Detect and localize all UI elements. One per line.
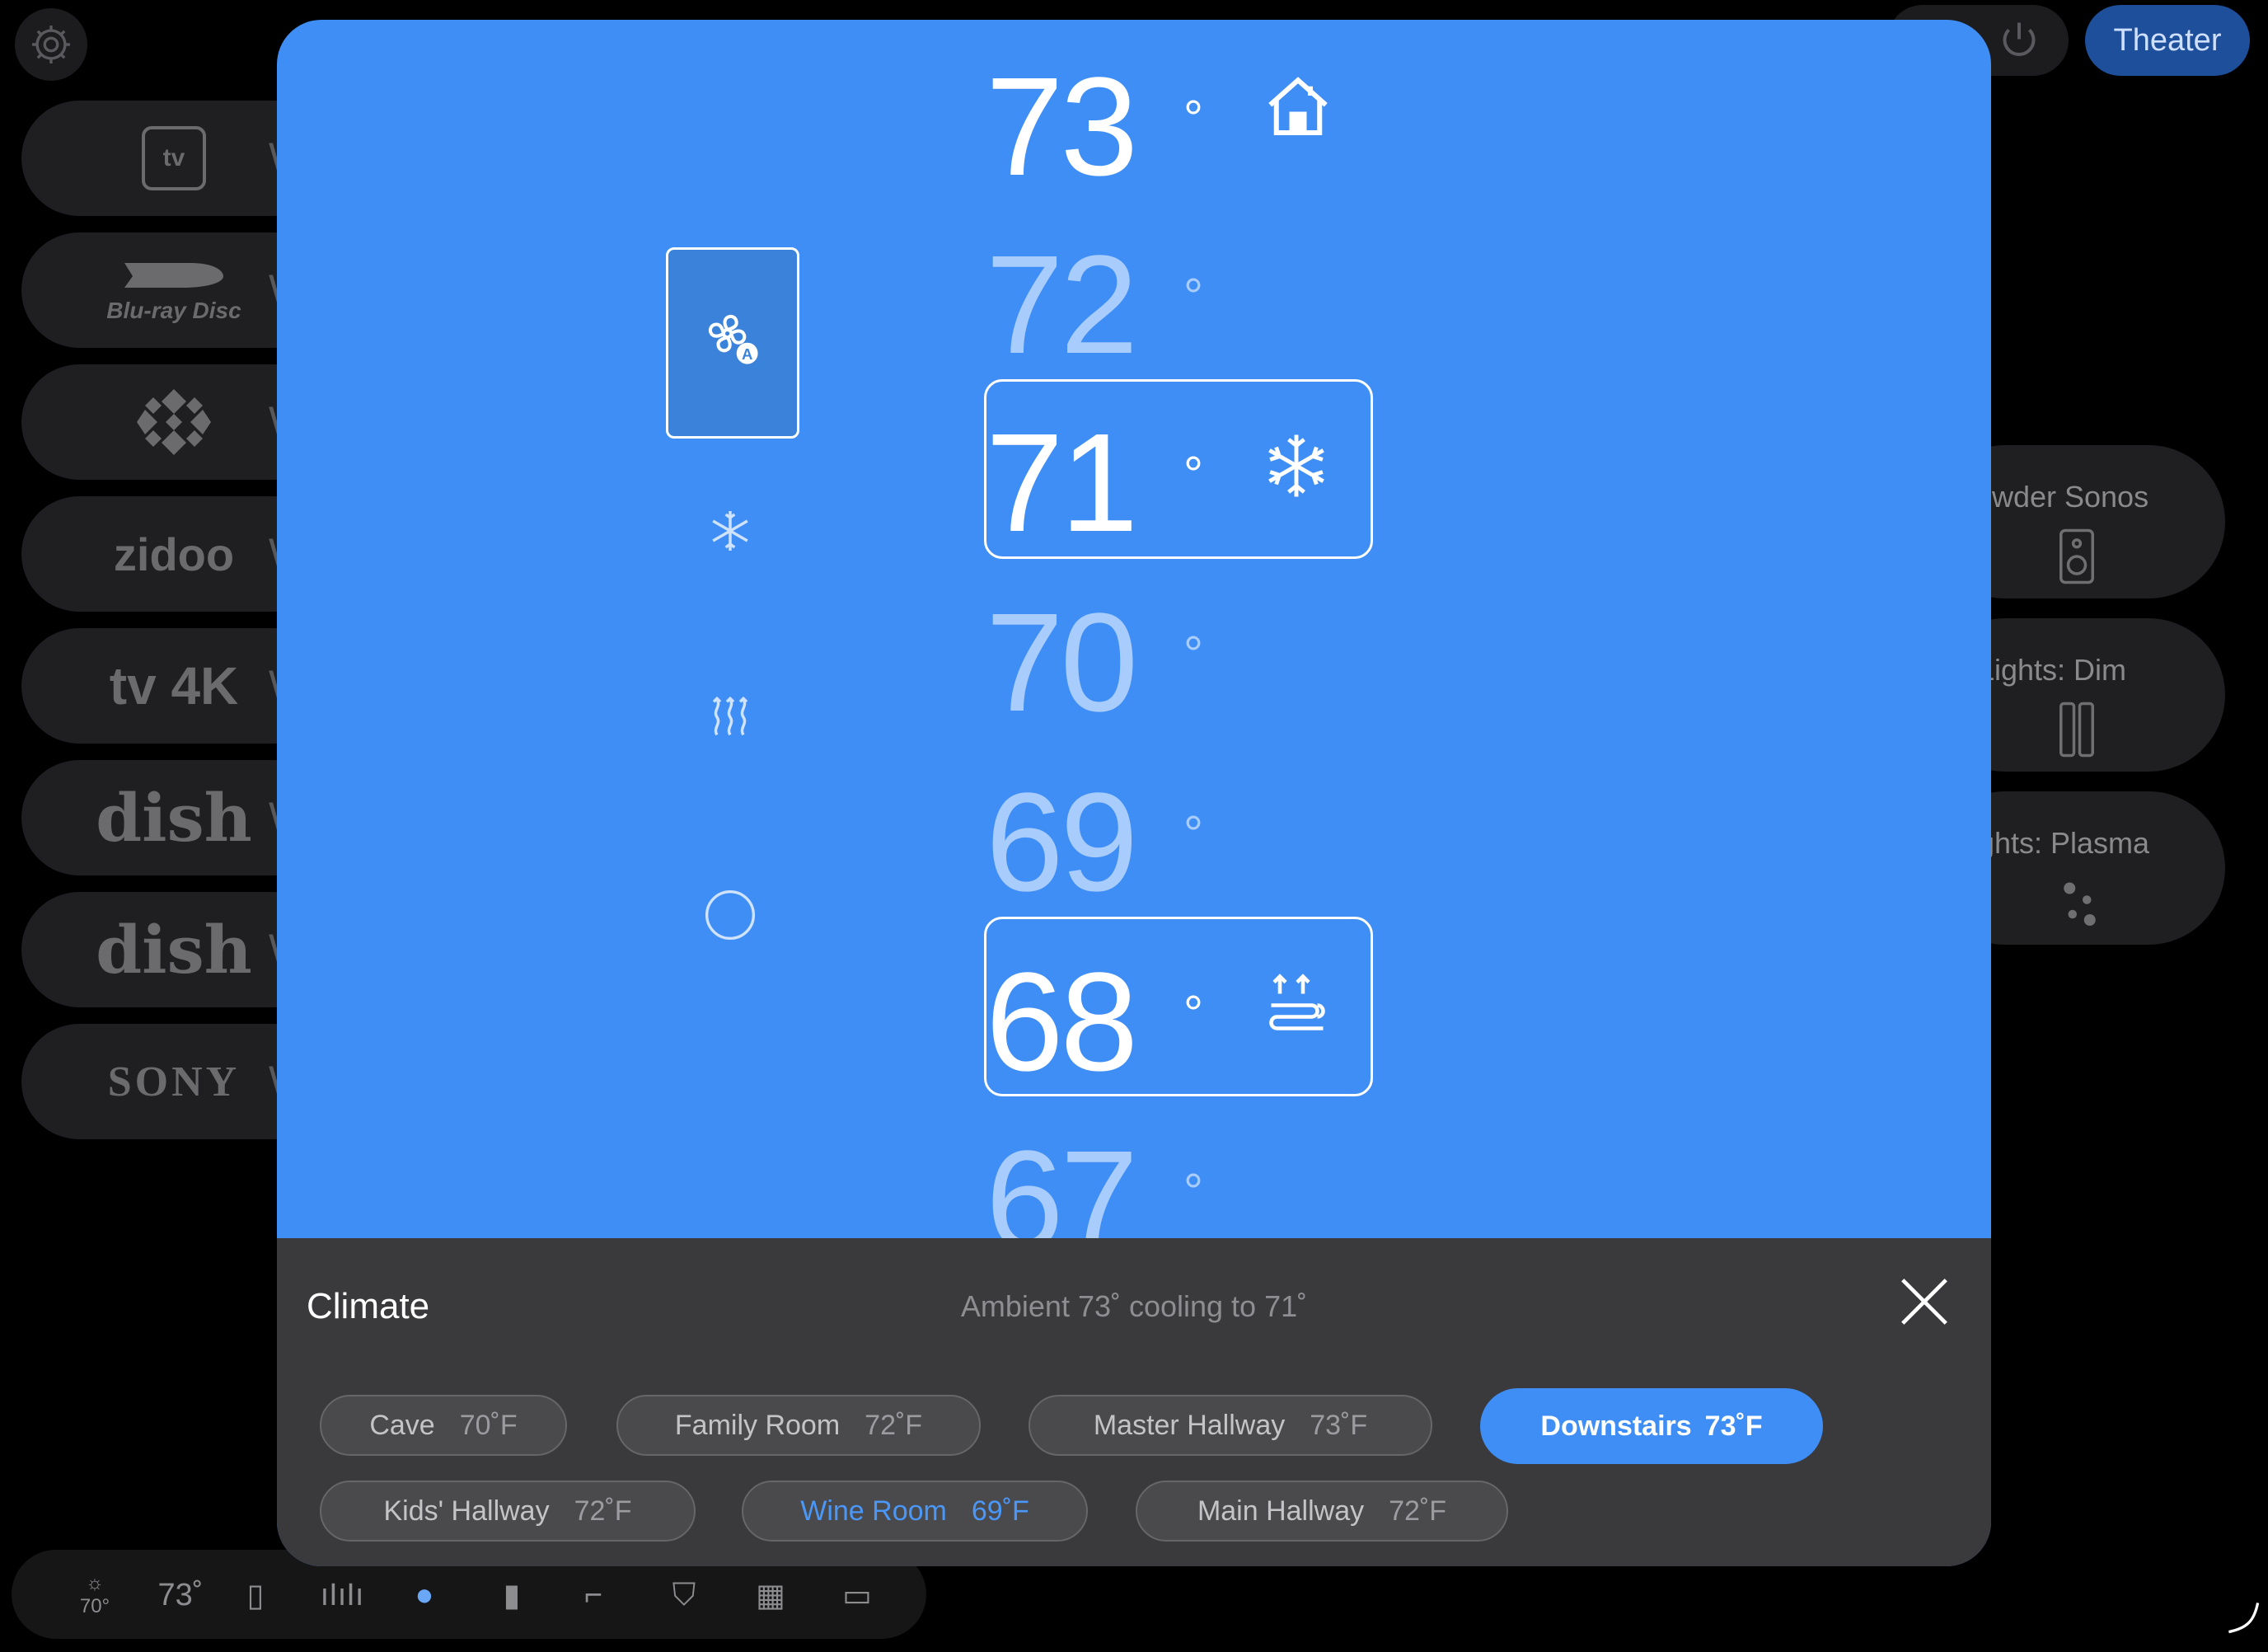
zone-main-hallway[interactable]: Main Hallway 72˚F (1136, 1481, 1508, 1542)
tv-remote-icon[interactable]: ▭ (828, 1570, 886, 1620)
zone-family-room[interactable]: Family Room 72˚F (616, 1395, 981, 1456)
settings-button[interactable] (15, 8, 87, 81)
snowflake-icon (1268, 434, 1324, 497)
power-icon[interactable] (1994, 16, 2044, 66)
bluray-logo: Blu-ray Disc (54, 232, 293, 348)
lightbulb-icon[interactable]: ● (404, 1570, 445, 1620)
theater-button[interactable]: Theater (2085, 5, 2250, 76)
apple-tv-logo: tv (54, 101, 293, 216)
climate-modal: A 73 ° 72 ° 71 ° 70 ° 69 ° 68 ° 67 ° Cli… (277, 20, 1991, 1566)
kaleidescape-logo (54, 364, 293, 480)
lock-icon[interactable]: ⛉ (659, 1570, 709, 1620)
zone-cave[interactable]: Cave 70˚F (320, 1395, 567, 1456)
audio-wave-icon[interactable]: ıIıIı (313, 1570, 371, 1620)
dish-logo: dish (96, 911, 252, 988)
sparkle-icon (2064, 882, 2096, 926)
mode-off-icon[interactable] (702, 887, 758, 943)
radiant-heat-icon (1269, 974, 1325, 1030)
climate-footer: Climate Ambient 73˚ cooling to 71˚ Cave 7… (277, 1238, 1991, 1566)
home-icon (1268, 77, 1328, 135)
light-strip-icon (2059, 702, 2094, 758)
speaker-icon[interactable]: ▯ (231, 1570, 280, 1620)
shade-icon[interactable]: ▮ (491, 1570, 532, 1620)
fan-auto-icon: A (708, 314, 758, 364)
zone-kids-hallway[interactable]: Kids' Hallway 72˚F (320, 1481, 696, 1542)
sony-logo: SONY (107, 1058, 241, 1105)
climate-status: Ambient 73˚ cooling to 71˚ (960, 1289, 1308, 1323)
mode-fan-auto-button[interactable]: A (666, 247, 799, 439)
outdoor-weather[interactable]: ☼ 70° (58, 1570, 132, 1620)
resize-handle-icon[interactable] (2225, 1599, 2261, 1636)
close-icon[interactable] (1895, 1273, 1953, 1331)
gear-icon (32, 26, 70, 63)
zone-downstairs[interactable]: Downstairs 73˚F (1480, 1388, 1823, 1464)
svg-text:A: A (742, 345, 752, 363)
temp-70[interactable]: 70 ° (986, 593, 1203, 733)
temp-69[interactable]: 69 ° (986, 772, 1203, 913)
temp-71-cool-setpoint[interactable]: 71 ° (986, 413, 1203, 553)
temp-68-heat-setpoint[interactable]: 68 ° (986, 952, 1203, 1092)
mode-heat-icon[interactable] (704, 691, 757, 744)
zone-master-hallway[interactable]: Master Hallway 73˚F (1029, 1395, 1432, 1456)
zone-wine-room[interactable]: Wine Room 69˚F (742, 1481, 1088, 1542)
lamp-icon[interactable]: ⌐ (569, 1570, 618, 1620)
sun-icon: ☼ (86, 1572, 104, 1594)
temp-73-current[interactable]: 73 ° (986, 57, 1203, 197)
dish-logo: dish (96, 779, 252, 857)
garage-icon[interactable]: ▦ (746, 1570, 795, 1620)
speaker-icon (2059, 528, 2094, 584)
temp-72[interactable]: 72 ° (986, 235, 1203, 375)
mode-cool-snowflake-icon[interactable] (704, 505, 757, 557)
zidoo-logo: zidoo (113, 528, 235, 580)
indoor-temp[interactable]: 73˚ (135, 1570, 226, 1620)
apple-tv-4k-logo: tv 4K (109, 656, 239, 716)
